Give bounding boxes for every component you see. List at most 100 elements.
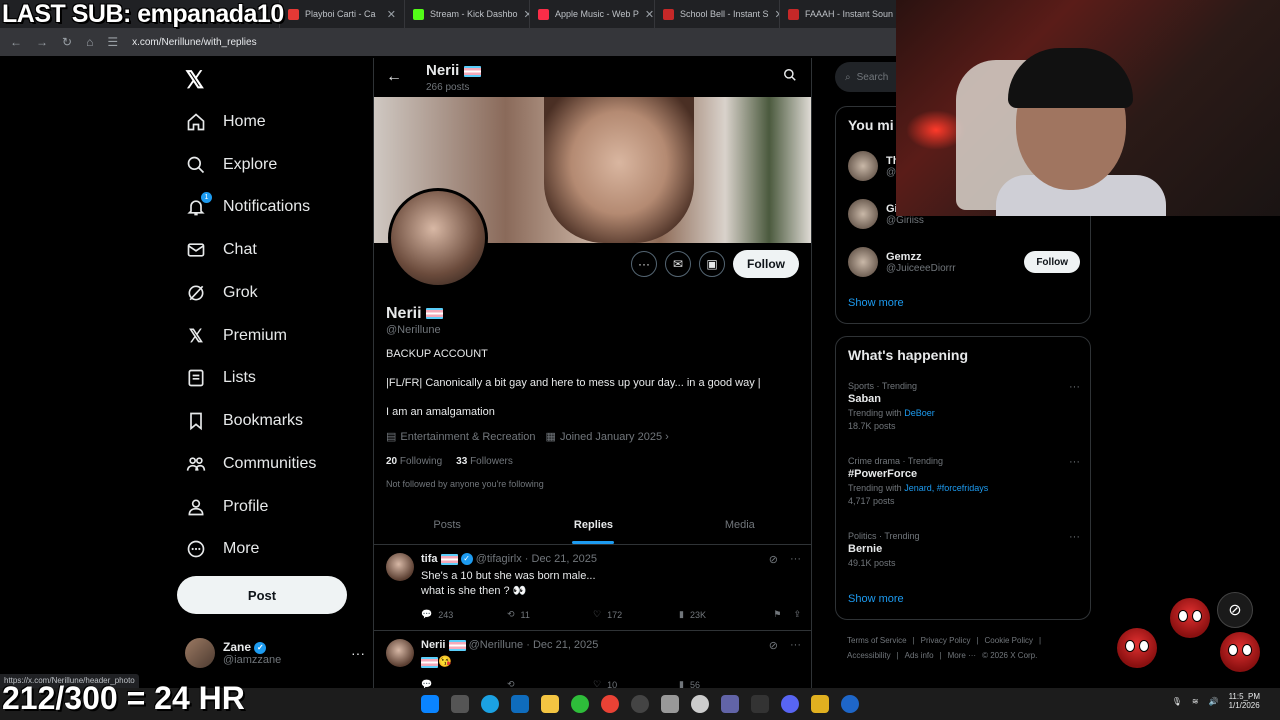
browser-tab[interactable]: FAAAH - Instant Soun✕ <box>780 0 905 28</box>
follow-button[interactable]: Follow <box>1024 251 1080 273</box>
repost-button[interactable]: ⟲ 11 <box>507 609 593 620</box>
repost-button[interactable]: ⟲ <box>507 679 593 688</box>
tab-favicon <box>538 8 549 20</box>
browser-tab[interactable]: Stream - Kick Dashbo✕ <box>405 0 530 28</box>
more-icon[interactable]: ··· <box>1069 381 1080 393</box>
edge-icon[interactable] <box>481 695 499 713</box>
chrome-icon[interactable] <box>601 695 619 713</box>
tab-media[interactable]: Media <box>667 505 811 544</box>
trend-link[interactable]: DeBoer <box>904 408 935 418</box>
more-icon[interactable]: ··· <box>790 553 801 566</box>
x-logo-icon[interactable]: 𝕏 <box>185 66 204 95</box>
wifi-icon[interactable]: ≋ <box>1192 697 1199 706</box>
show-more-link[interactable]: Show more <box>848 593 904 605</box>
avatar[interactable] <box>386 639 414 667</box>
like-button[interactable]: ♡ 172 <box>593 609 679 620</box>
show-more-link[interactable]: Show more <box>848 297 904 309</box>
clock[interactable]: 11:5_PM 1/1/2026 <box>1229 692 1260 710</box>
search-icon[interactable] <box>783 68 797 87</box>
browser-tab[interactable]: Playboi Carti - Ca ✕ <box>280 0 405 28</box>
nav-item-lists[interactable]: Lists <box>185 363 256 393</box>
following-link[interactable]: 20 Following <box>386 456 442 467</box>
grok-icon[interactable]: ⊘ <box>769 553 778 566</box>
nav-item-profile[interactable]: Profile <box>185 492 268 522</box>
views-button[interactable]: ▮ 23K <box>679 609 765 620</box>
close-icon[interactable]: ✕ <box>387 8 396 21</box>
suggestion-item[interactable]: Gemzz @JuiceeeDiorrr Follow <box>848 247 1080 277</box>
footer-link[interactable]: More ··· <box>948 651 976 660</box>
xbox-icon[interactable] <box>571 695 589 713</box>
tab-posts[interactable]: Posts <box>374 505 520 544</box>
follow-button[interactable]: Follow <box>733 250 799 278</box>
site-info-icon[interactable]: ☰ <box>107 35 118 49</box>
account-switcher[interactable]: Zane ✓ @iamzzane ··· <box>185 638 365 668</box>
more-icon[interactable]: ··· <box>790 639 801 652</box>
nav-item-chat[interactable]: Chat <box>185 235 257 265</box>
more-icon[interactable]: ··· <box>1069 456 1080 468</box>
home-icon[interactable]: ⌂ <box>86 35 93 49</box>
post-button[interactable]: Post <box>177 576 347 614</box>
footer-link[interactable]: Cookie Policy <box>985 636 1033 645</box>
obs-icon[interactable] <box>631 695 649 713</box>
tab-replies[interactable]: Replies <box>520 505 666 544</box>
nav-item-bookmarks[interactable]: Bookmarks <box>185 406 303 436</box>
reply-button[interactable]: 💬 243 <box>421 609 507 620</box>
browser-tab[interactable]: School Bell - Instant S✕ <box>655 0 780 28</box>
reload-icon[interactable]: ↻ <box>62 35 72 49</box>
reply-button[interactable]: 💬 <box>421 679 507 688</box>
nav-item-more[interactable]: More <box>185 534 259 564</box>
tweet[interactable]: tifa ✓ @tifagirlx · Dec 21, 2025 ⊘ ··· Sh… <box>374 545 811 631</box>
folder-icon[interactable] <box>541 695 559 713</box>
more-icon[interactable]: ··· <box>351 645 365 661</box>
beanie <box>1008 48 1133 108</box>
trend-item[interactable]: Crime drama · Trending #PowerForce Trend… <box>848 456 1080 506</box>
trend-link[interactable]: Jenard, #forcefridays <box>904 483 988 493</box>
footer-link[interactable]: Ads info <box>905 651 934 660</box>
discord-icon[interactable] <box>781 695 799 713</box>
footer-link[interactable]: Accessibility <box>847 651 891 660</box>
avatar[interactable] <box>386 553 414 581</box>
tab-favicon <box>663 8 674 20</box>
more-icon[interactable]: ··· <box>1069 531 1080 543</box>
footer-link[interactable]: Privacy Policy <box>921 636 971 645</box>
footer-link[interactable]: Terms of Service <box>847 636 907 645</box>
like-button[interactable]: ♡ 10 <box>593 679 679 688</box>
task-view-icon[interactable] <box>451 695 469 713</box>
bookmark-icon[interactable]: ⚑ <box>773 609 781 620</box>
chevron-right-icon[interactable]: › <box>665 431 669 443</box>
message-icon[interactable]: ✉ <box>665 251 691 277</box>
teams-icon[interactable] <box>721 695 739 713</box>
nav-item-grok[interactable]: Grok <box>185 278 258 308</box>
trend-item[interactable]: Sports · Trending Saban Trending with De… <box>848 381 1080 431</box>
subscribe-icon[interactable]: ▣ <box>699 251 725 277</box>
nav-item-notifications[interactable]: 1 Notifications <box>185 192 310 222</box>
back-arrow-icon[interactable]: ← <box>386 68 402 86</box>
app-icon[interactable] <box>811 695 829 713</box>
forward-icon[interactable]: → <box>36 35 48 49</box>
nav-item-explore[interactable]: Explore <box>185 150 277 180</box>
browser-tab[interactable]: Apple Music - Web P ✕ <box>530 0 655 28</box>
app-icon[interactable] <box>751 695 769 713</box>
app-icon[interactable] <box>691 695 709 713</box>
trend-item[interactable]: Politics · Trending Bernie 49.1K posts ·… <box>848 531 1080 568</box>
app-icon[interactable] <box>841 695 859 713</box>
views-button[interactable]: ▮ 56 <box>679 679 765 688</box>
volume-icon[interactable]: 🔊 <box>1209 697 1219 706</box>
followers-link[interactable]: 33 Followers <box>456 456 513 467</box>
windows-start-icon[interactable] <box>421 695 439 713</box>
back-icon[interactable]: ← <box>10 35 22 49</box>
store-icon[interactable] <box>661 695 679 713</box>
mic-icon[interactable]: 🎙 <box>1172 697 1182 706</box>
grok-icon[interactable]: ⊘ <box>769 639 778 652</box>
tweet[interactable]: Nerii @Nerillune · Dec 21, 2025 ⊘ ··· 😘 💬… <box>374 631 811 688</box>
close-icon[interactable]: ✕ <box>645 8 654 21</box>
share-icon[interactable]: ⇪ <box>793 609 801 620</box>
outlook-icon[interactable] <box>511 695 529 713</box>
more-icon[interactable]: ··· <box>631 251 657 277</box>
nav-item-home[interactable]: Home <box>185 107 266 137</box>
nav-item-communities[interactable]: Communities <box>185 449 316 479</box>
profile-avatar[interactable] <box>388 188 488 288</box>
url-field[interactable]: x.com/Nerillune/with_replies <box>132 37 257 48</box>
grok-floating-icon[interactable]: ⊘ <box>1217 592 1253 628</box>
nav-item-premium[interactable]: 𝕏 Premium <box>185 321 287 351</box>
